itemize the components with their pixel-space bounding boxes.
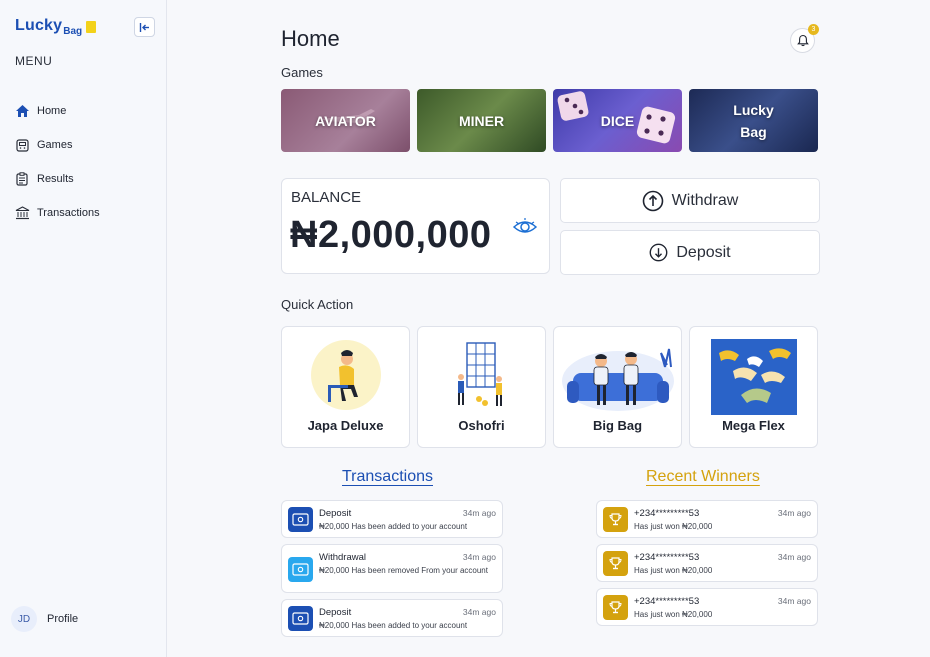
withdraw-label: Withdraw (671, 191, 739, 209)
transaction-time: 34m ago (462, 508, 496, 518)
sidebar-item-home[interactable]: Home (14, 94, 100, 128)
quick-action-oshofri[interactable]: Oshofri (417, 326, 546, 448)
recent-winners-list: +234*********53 Has just won ₦20,000 34m… (596, 500, 818, 632)
winner-phone: +234*********53 (634, 508, 700, 519)
sidebar-item-games[interactable]: Games (14, 128, 100, 162)
home-icon (14, 103, 30, 119)
winner-time: 34m ago (777, 552, 811, 562)
withdraw-button[interactable]: Withdraw (560, 178, 820, 223)
eye-icon[interactable] (512, 216, 538, 238)
quick-action-label: Big Bag (592, 418, 643, 433)
page-title: Home (281, 26, 340, 51)
sidebar-item-transactions[interactable]: Transactions (14, 196, 100, 230)
transaction-title: Deposit (319, 508, 352, 519)
notification-badge: 3 (808, 24, 819, 35)
game-card-lucky-bag[interactable]: Lucky Bag (689, 89, 818, 152)
game-card-dice[interactable]: DICE (553, 89, 682, 152)
quick-action-label: Mega Flex (722, 418, 785, 433)
winner-phone: +234*********53 (634, 596, 700, 607)
deposit-label: Deposit (676, 243, 731, 261)
bag-icon (86, 21, 97, 33)
arrow-down-circle-icon (649, 243, 668, 262)
profile-label: Profile (47, 613, 79, 625)
winner-row[interactable]: +234*********53 Has just won ₦20,000 34m… (596, 500, 818, 538)
quick-action-label: Quick Action (281, 297, 354, 312)
balance-label: BALANCE (291, 189, 362, 206)
logo: Lucky Bag (15, 17, 97, 37)
logo-subtext: Bag (63, 26, 83, 37)
winner-row[interactable]: +234*********53 Has just won ₦20,000 34m… (596, 544, 818, 582)
games-row: AVIATOR MINER DICE Lucky Bag (281, 89, 818, 152)
games-icon (14, 137, 30, 153)
quick-action-mega-flex[interactable]: Mega Flex (689, 326, 818, 448)
logo-text: Lucky (15, 17, 63, 34)
game-label: AVIATOR (315, 112, 376, 129)
trophy-icon (603, 507, 628, 532)
game-label: Lucky Bag (733, 101, 774, 140)
bank-icon (14, 205, 30, 221)
game-card-aviator[interactable]: AVIATOR (281, 89, 410, 152)
transaction-title: Withdrawal (319, 552, 366, 563)
game-label: DICE (600, 112, 635, 129)
bell-icon (796, 34, 809, 47)
collapse-icon (139, 22, 149, 32)
winner-time: 34m ago (777, 508, 811, 518)
transaction-row[interactable]: Deposit ₦20,000 Has been added to your a… (281, 500, 503, 538)
collapse-sidebar-button[interactable] (134, 17, 155, 37)
game-card-miner[interactable]: MINER (417, 89, 546, 152)
results-icon (14, 171, 30, 187)
balance-amount: ₦2,000,000 (290, 214, 492, 256)
people-on-couch-illustration (561, 348, 674, 411)
winner-phone: +234*********53 (634, 552, 700, 563)
recent-winners-title[interactable]: Recent Winners (646, 468, 760, 486)
transaction-time: 34m ago (462, 552, 496, 562)
board-illustration (457, 342, 502, 406)
sidebar-item-label: Games (37, 139, 73, 151)
transaction-description: ₦20,000 Has been added to your account (319, 621, 468, 630)
quick-action-label: Japa Deluxe (307, 418, 384, 433)
quick-action-japa-deluxe[interactable]: Japa Deluxe (281, 326, 410, 448)
winner-row[interactable]: +234*********53 Has just won ₦20,000 34m… (596, 588, 818, 626)
quick-action-big-bag[interactable]: Big Bag (553, 326, 682, 448)
winner-description: Has just won ₦20,000 (634, 566, 713, 575)
transaction-description: ₦20,000 Has been added to your account (319, 522, 468, 531)
balance-card: BALANCE ₦2,000,000 (281, 178, 550, 274)
sidebar: Lucky Bag MENU Home Games Results Transa… (0, 0, 167, 657)
transaction-description: ₦20,000 Has been removed From your accou… (319, 566, 488, 575)
menu-title: MENU (15, 54, 53, 68)
money-icon (288, 557, 313, 582)
games-section-label: Games (281, 65, 323, 80)
profile-link[interactable]: JD Profile (11, 606, 78, 632)
winner-time: 34m ago (777, 596, 811, 606)
money-icon (288, 606, 313, 631)
avatar: JD (11, 606, 37, 632)
person-sitting-illustration (310, 340, 381, 410)
game-label: MINER (458, 112, 505, 129)
money-icon (288, 507, 313, 532)
deposit-button[interactable]: Deposit (560, 230, 820, 275)
sidebar-item-label: Home (37, 105, 67, 117)
quick-action-label: Oshofri (458, 418, 505, 433)
transaction-row[interactable]: Withdrawal ₦20,000 Has been removed From… (281, 544, 503, 593)
transaction-time: 34m ago (462, 607, 496, 617)
transaction-row[interactable]: Deposit ₦20,000 Has been added to your a… (281, 599, 503, 637)
trophy-icon (603, 551, 628, 576)
winner-description: Has just won ₦20,000 (634, 522, 713, 531)
transactions-title[interactable]: Transactions (342, 468, 433, 486)
winner-description: Has just won ₦20,000 (634, 610, 713, 619)
sidebar-item-label: Transactions (37, 207, 100, 219)
sidebar-item-results[interactable]: Results (14, 162, 100, 196)
quick-action-row: Japa Deluxe Oshofri Big Bag Mega Flex (281, 326, 818, 448)
transaction-title: Deposit (319, 607, 352, 618)
sidebar-nav: Home Games Results Transactions (14, 94, 100, 230)
arrow-up-circle-icon (642, 190, 664, 212)
sidebar-item-label: Results (37, 173, 74, 185)
trophy-icon (603, 595, 628, 620)
hands-illustration (710, 339, 797, 415)
transactions-list: Deposit ₦20,000 Has been added to your a… (281, 500, 503, 643)
